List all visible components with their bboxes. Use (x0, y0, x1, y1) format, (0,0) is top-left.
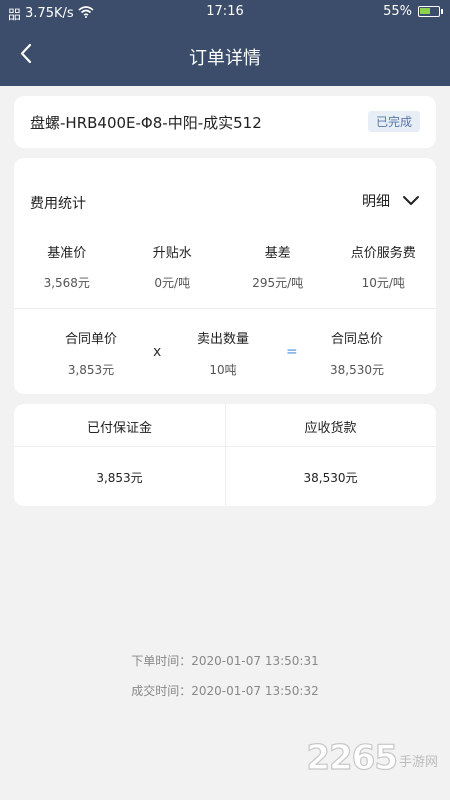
page-title: 订单详情 (189, 48, 261, 69)
deposit-label: 已付保证金 (86, 421, 152, 436)
status-badge: 已完成 (367, 111, 420, 132)
deposit-value: 3,853元 (96, 471, 143, 485)
calc-label: 合同总价 (330, 332, 383, 347)
contract-unit-price: 合同单价 3,853元 (31, 328, 151, 378)
fee-item-label: 基差 (264, 246, 291, 261)
fee-item-basis: 基差 295元/吨 (225, 242, 331, 291)
deal-time: 成交时间：2020-01-07 13:50:32 (131, 684, 319, 698)
divider (225, 404, 226, 506)
divider (14, 308, 436, 309)
nav-bar: 订单详情 (0, 24, 450, 86)
calc-label: 卖出数量 (196, 332, 249, 347)
battery-percent: 55% (383, 4, 412, 19)
fee-items: 基准价 3,568元 升贴水 0元/吨 基差 295元/吨 点价服务费 10元/… (14, 242, 436, 291)
contract-calc: 合同单价 3,853元 x 卖出数量 10吨 = 合同总价 38,530元 (14, 328, 436, 378)
calc-label: 合同单价 (64, 332, 117, 347)
receivable-value: 38,530元 (303, 471, 358, 485)
fee-item-value: 10元/吨 (361, 276, 405, 290)
order-time: 下单时间：2020-01-07 13:50:31 (131, 654, 319, 668)
watermark-text: 手游网 (398, 755, 438, 770)
fee-item-value: 3,568元 (43, 276, 90, 290)
deposit-paid: 已付保证金 3,853元 (14, 404, 225, 506)
receivable-payment: 应收货款 38,530元 (225, 404, 436, 506)
payment-card: 已付保证金 3,853元 应收货款 38,530元 (14, 404, 436, 506)
receivable-label: 应收货款 (304, 421, 357, 436)
order-times: 下单时间：2020-01-07 13:50:31 成交时间：2020-01-07… (0, 652, 450, 712)
fee-stats-card: 费用统计 明细 基准价 3,568元 升贴水 0元/吨 基差 295元/吨 点价… (14, 158, 436, 394)
status-bar: 㗊 3.75K/s 17:16 55% (0, 0, 450, 24)
calc-value: 3,853元 (67, 363, 115, 377)
watermark-number: 2265 (306, 737, 399, 778)
fee-item-base-price: 基准价 3,568元 (14, 242, 120, 291)
product-name: 盘螺-HRB400E-Φ8-中阳-成实512 (30, 114, 262, 132)
detail-toggle[interactable]: 明细 (362, 191, 420, 211)
product-card: 盘螺-HRB400E-Φ8-中阳-成实512 已完成 (14, 96, 436, 148)
fee-item-premium: 升贴水 0元/吨 (120, 242, 226, 291)
chevron-down-icon (403, 196, 419, 205)
fee-item-service-fee: 点价服务费 10元/吨 (331, 242, 437, 291)
fee-item-label: 基准价 (47, 246, 87, 261)
fee-item-label: 点价服务费 (350, 246, 416, 261)
sold-quantity: 卖出数量 10吨 (163, 328, 283, 378)
equals-symbol: = (286, 344, 298, 360)
calc-value: 10吨 (209, 363, 237, 377)
contract-total: 合同总价 38,530元 (297, 328, 417, 378)
battery-icon (418, 6, 443, 17)
fee-item-value: 295元/吨 (252, 276, 304, 290)
times-symbol: x (153, 344, 162, 360)
fee-item-value: 0元/吨 (154, 276, 191, 290)
fee-stats-title: 费用统计 (30, 196, 86, 212)
detail-label: 明细 (362, 194, 390, 210)
watermark-logo: 2265 手游网 (306, 737, 438, 778)
calc-value: 38,530元 (330, 363, 384, 377)
fee-item-label: 升贴水 (152, 246, 192, 261)
